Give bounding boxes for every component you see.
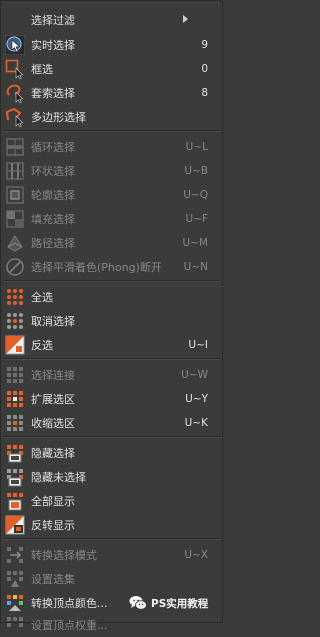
select-connected-icon (7, 367, 23, 383)
wechat-icon (129, 596, 147, 610)
menu-item-label: 隐藏选择 (31, 447, 75, 460)
ring-selection-icon (6, 162, 24, 180)
menu-item-label: 转换选择模式 (31, 549, 97, 562)
menu-item-label: 反选 (31, 339, 53, 352)
menu-item-label: 设置顶点权重... (31, 619, 108, 632)
menu-item-shortcut: U~B (184, 165, 208, 177)
menu-separator (3, 280, 220, 282)
menu-item-label: 反转显示 (31, 519, 75, 532)
menu-item-shortcut: U~Q (183, 189, 208, 201)
menu-item-shortcut: U~L (185, 141, 208, 153)
menu-item-shrink-selection[interactable]: 收缩选区 U~K (1, 411, 222, 435)
menu-item-invert-visibility[interactable]: 反转显示 (1, 513, 222, 537)
unhide-all-icon (7, 493, 23, 511)
menu-item-label: 框选 (31, 63, 53, 76)
menu-item-lasso-selection[interactable]: 套索选择 8 (1, 81, 222, 105)
menu-item-label: 全部显示 (31, 495, 75, 508)
menu-separator (3, 538, 220, 540)
menu-item-unhide-all[interactable]: 全部显示 (1, 489, 222, 513)
menu-item-convert-selection[interactable]: 转换选择模式 U~X (1, 543, 222, 567)
menu-item-label: 填充选择 (31, 213, 75, 226)
menu-item-deselect-all[interactable]: 取消选择 (1, 309, 222, 333)
loop-selection-icon (6, 138, 24, 156)
convert-vertex-color-icon (7, 595, 23, 611)
menu-item-select-all[interactable]: 全选 (1, 285, 222, 309)
menu-item-label: 选择过滤 (31, 14, 75, 27)
menu-item-label: 设置选集 (31, 573, 75, 586)
menu-item-label: 选择连接 (31, 369, 75, 382)
menu-item-hide-selected[interactable]: 隐藏选择 (1, 441, 222, 465)
menu-item-label: 转换顶点颜色... (31, 597, 108, 610)
menu-item-selection-filter[interactable]: 选择过滤 (1, 8, 222, 32)
menu-item-shortcut: U~I (188, 339, 208, 351)
menu-item-label: 全选 (31, 291, 53, 304)
outline-selection-icon (6, 186, 24, 204)
polygon-selection-icon (6, 108, 24, 127)
menu-item-grow-selection[interactable]: 扩展选区 U~Y (1, 387, 222, 411)
menu-item-label: 隐藏未选择 (31, 471, 86, 484)
menu-item-label: 扩展选区 (31, 393, 75, 406)
menu-item-polygon-selection[interactable]: 多边形选择 (1, 105, 222, 129)
fill-selection-icon (6, 210, 24, 228)
set-vertex-weight-icon (7, 617, 23, 627)
shrink-selection-icon (7, 415, 23, 431)
rectangle-selection-icon (5, 59, 24, 79)
menu-item-ring-selection[interactable]: 环状选择 U~B (1, 159, 222, 183)
menu-item-shortcut: U~N (183, 261, 208, 273)
menu-item-select-connected[interactable]: 选择连接 U~W (1, 363, 222, 387)
select-all-icon (7, 289, 23, 305)
menu-item-set-vertex-weight[interactable]: 设置顶点权重... (1, 613, 222, 637)
live-selection-icon (5, 35, 25, 55)
menu-item-label: 多边形选择 (31, 111, 86, 124)
menu-item-rectangle-selection[interactable]: 框选 0 (1, 57, 222, 81)
path-selection-icon (7, 235, 23, 252)
menu-separator (3, 436, 220, 438)
menu-item-label: 实时选择 (31, 39, 75, 52)
set-selection-icon (7, 571, 23, 587)
menu-item-fill-selection[interactable]: 填充选择 U~F (1, 207, 222, 231)
phong-break-selection-icon (6, 258, 24, 276)
menu-item-label: 轮廓选择 (31, 189, 75, 202)
deselect-all-icon (7, 313, 23, 329)
invert-selection-icon (5, 335, 25, 355)
menu-item-invert-selection[interactable]: 反选 U~I (1, 333, 222, 357)
menu-item-label: 路径选择 (31, 237, 75, 250)
hide-selected-icon (7, 445, 23, 463)
menu-item-set-selection[interactable]: 设置选集 (1, 567, 222, 591)
menu-separator (3, 130, 220, 132)
menu-item-path-selection[interactable]: 路径选择 U~M (1, 231, 222, 255)
menu-separator (3, 358, 220, 360)
menu-item-hide-unselected[interactable]: 隐藏未选择 (1, 465, 222, 489)
invert-visibility-icon (5, 515, 25, 535)
menu-item-loop-selection[interactable]: 循环选择 U~L (1, 135, 222, 159)
watermark-text: PS实用教程 (151, 597, 209, 610)
menu-item-shortcut: 9 (201, 39, 208, 51)
menu-item-shortcut: 8 (201, 87, 208, 99)
menu-item-label: 收缩选区 (31, 417, 75, 430)
submenu-arrow-icon (183, 15, 188, 23)
menu-item-outline-selection[interactable]: 轮廓选择 U~Q (1, 183, 222, 207)
menu-item-live-selection[interactable]: 实时选择 9 (1, 33, 222, 57)
menu-item-label: 选择平滑着色(Phong)断开 (31, 261, 162, 274)
lasso-selection-icon (6, 84, 24, 103)
menu-item-shortcut: U~Y (185, 393, 208, 405)
menu-item-shortcut: U~F (185, 213, 208, 225)
selection-menu: 选择过滤 实时选择 9 框选 0 套索选择 8 多边形选择 循环选择 U~L 环… (0, 0, 223, 632)
menu-item-label: 套索选择 (31, 87, 75, 100)
menu-item-label: 取消选择 (31, 315, 75, 328)
menu-item-shortcut: U~W (181, 369, 208, 381)
grow-selection-icon (7, 391, 23, 407)
menu-item-shortcut: U~X (184, 549, 208, 561)
hide-unselected-icon (7, 469, 23, 487)
watermark: PS实用教程 (129, 595, 208, 611)
menu-item-shortcut: U~M (182, 237, 208, 249)
menu-item-label: 环状选择 (31, 165, 75, 178)
menu-item-phong-break-selection[interactable]: 选择平滑着色(Phong)断开 U~N (1, 255, 222, 279)
menu-item-shortcut: U~K (184, 417, 208, 429)
menu-item-label: 循环选择 (31, 141, 75, 154)
convert-selection-icon (7, 547, 23, 563)
menu-item-shortcut: 0 (201, 63, 208, 75)
